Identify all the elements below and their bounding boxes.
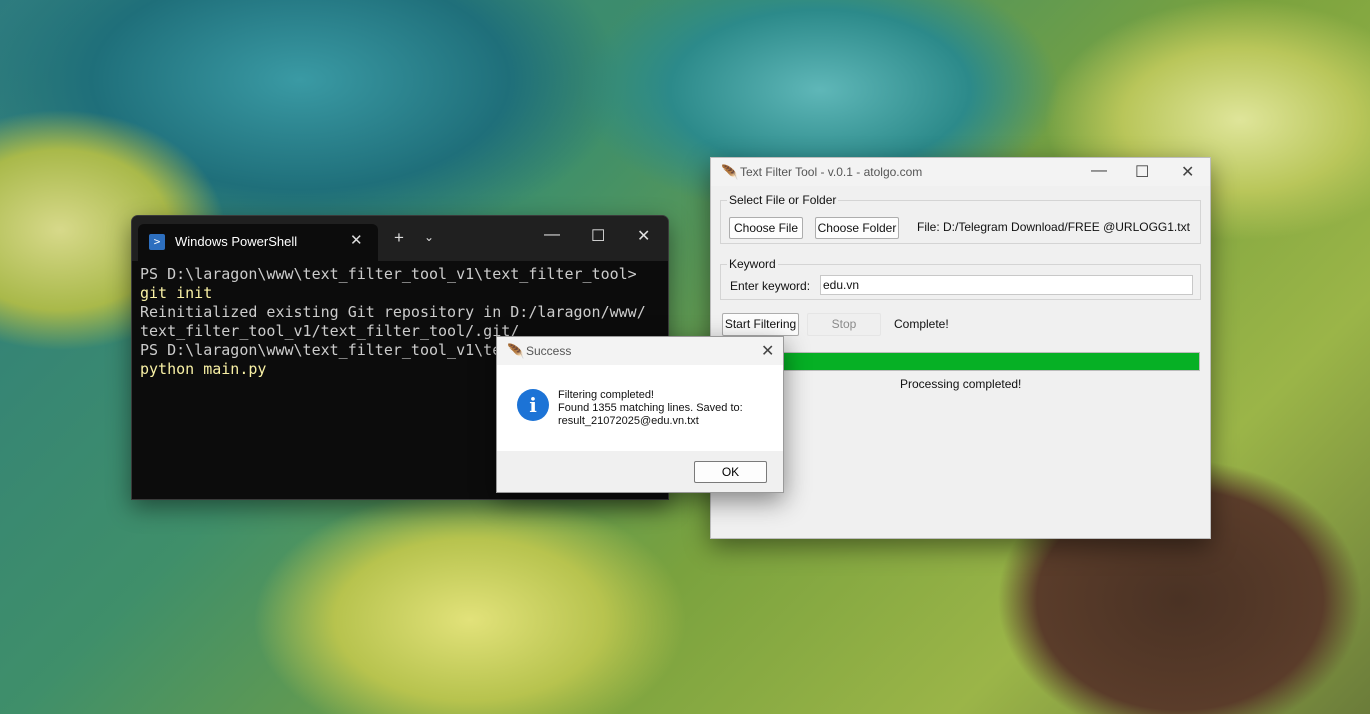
progress-text: Processing completed!	[900, 377, 1022, 391]
close-button[interactable]: ✕	[761, 341, 774, 361]
tab-windows-powershell[interactable]: > Windows PowerShell ✕	[138, 224, 378, 261]
dialog-message: Filtering completed! Found 1355 matching…	[558, 389, 743, 427]
keyword-input[interactable]: edu.vn	[820, 275, 1193, 295]
choose-file-button[interactable]: Choose File	[729, 217, 803, 239]
terminal-line: PS D:\laragon\www\text_filter_tool_v1\te…	[140, 265, 637, 283]
maximize-button[interactable]: ☐	[1135, 162, 1149, 182]
close-button[interactable]: ✕	[1181, 162, 1194, 182]
dialog-footer: OK	[497, 451, 783, 492]
select-file-group: Select File or Folder Choose File Choose…	[720, 193, 1201, 244]
minimize-button[interactable]: —	[544, 226, 560, 244]
tab-title: Windows PowerShell	[175, 234, 298, 249]
tab-close-button[interactable]: ✕	[350, 231, 363, 249]
file-path-label: File: D:/Telegram Download/FREE @URLOGG1…	[917, 220, 1190, 234]
title-bar: 🪶 Text Filter Tool - v.0.1 - atolgo.com …	[711, 158, 1210, 186]
maximize-button[interactable]: ☐	[591, 226, 605, 246]
progress-fill	[723, 353, 1199, 370]
feather-icon: 🪶	[721, 164, 739, 180]
dialog-title-bar: 🪶 Success ✕	[497, 337, 783, 365]
start-filtering-button[interactable]: Start Filtering	[722, 313, 799, 336]
new-tab-button[interactable]: +	[394, 228, 404, 248]
text-filter-tool-window: 🪶 Text Filter Tool - v.0.1 - atolgo.com …	[710, 157, 1211, 539]
feather-icon: 🪶	[507, 343, 525, 359]
chevron-down-icon[interactable]: ⌄	[424, 230, 434, 244]
terminal-tab-bar: > Windows PowerShell ✕ + ⌄ — ☐ ✕	[132, 216, 668, 261]
desktop: { "powershell": { "tab_title": "Windows …	[0, 0, 1370, 714]
minimize-button[interactable]: —	[1091, 162, 1107, 180]
keyword-group: Keyword Enter keyword: edu.vn	[720, 257, 1201, 300]
progress-bar	[722, 352, 1200, 371]
powershell-icon: >	[149, 234, 165, 250]
terminal-line: Reinitialized existing Git repository in…	[140, 303, 646, 321]
terminal-line: git init	[140, 284, 213, 302]
window-title: Text Filter Tool - v.0.1 - atolgo.com	[740, 165, 923, 179]
success-dialog: 🪶 Success ✕ i Filtering completed! Found…	[496, 336, 784, 493]
dialog-title: Success	[526, 344, 572, 358]
close-button[interactable]: ✕	[637, 226, 650, 246]
choose-folder-button[interactable]: Choose Folder	[815, 217, 899, 239]
group-label: Select File or Folder	[727, 193, 839, 207]
status-label: Complete!	[894, 317, 949, 331]
ok-button[interactable]: OK	[694, 461, 767, 483]
stop-button[interactable]: Stop	[807, 313, 881, 336]
enter-keyword-label: Enter keyword:	[730, 279, 811, 293]
info-icon: i	[517, 389, 549, 421]
group-label: Keyword	[727, 257, 778, 271]
